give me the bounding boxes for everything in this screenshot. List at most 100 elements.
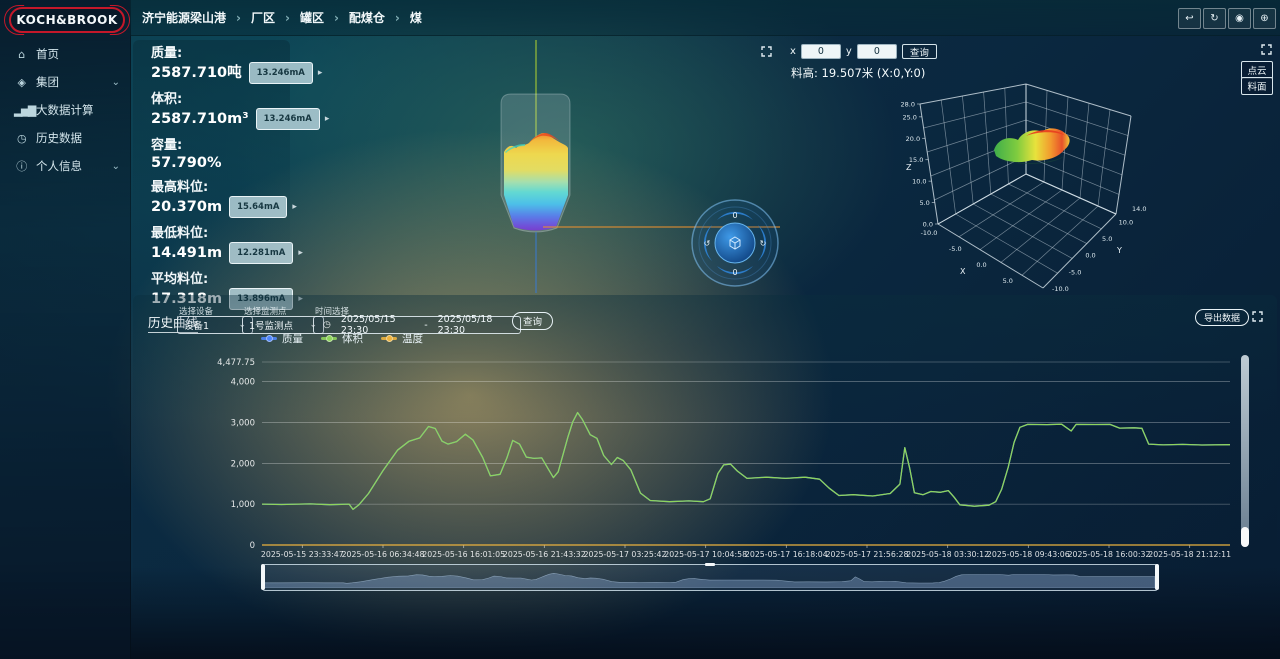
view-navigator[interactable]: 0 0 ↺ ↻ bbox=[692, 200, 778, 286]
refresh-icon[interactable]: ↻ bbox=[1203, 8, 1226, 29]
user-icon[interactable]: ⊕ bbox=[1253, 8, 1276, 29]
sidebar-item-icon: ◷ bbox=[14, 132, 28, 145]
stat-row: 20.370m15.64mA▸ bbox=[151, 196, 290, 218]
svg-text:4,477.75: 4,477.75 bbox=[217, 358, 255, 368]
logo[interactable]: KOCH&BROOK bbox=[9, 7, 125, 33]
datazoom-right-handle[interactable] bbox=[1155, 564, 1159, 590]
x-coord-input[interactable] bbox=[801, 44, 841, 59]
svg-text:3,000: 3,000 bbox=[231, 418, 255, 428]
stat-row: 2587.710m³13.246mA▸ bbox=[151, 108, 290, 130]
breadcrumb-item-2[interactable]: 罐区 bbox=[300, 9, 324, 26]
breadcrumb-item-4[interactable]: 煤 bbox=[410, 9, 422, 26]
record-icon[interactable]: ◉ bbox=[1228, 8, 1251, 29]
legend-label: 温度 bbox=[402, 331, 423, 346]
sidebar-item-4[interactable]: ⓘ 个人信息 ⌄ bbox=[0, 152, 130, 180]
breadcrumb-item-0[interactable]: 济宁能源梁山港 bbox=[142, 9, 226, 26]
legend-label: 质量 bbox=[282, 331, 303, 346]
fullscreen-icon[interactable] bbox=[1252, 311, 1263, 322]
rotate-right-icon[interactable]: ↻ bbox=[760, 239, 767, 248]
topbar: 济宁能源梁山港›厂区›罐区›配煤仓›煤 ↩↻◉⊕ bbox=[130, 0, 1280, 36]
datazoom-slider[interactable] bbox=[262, 564, 1158, 591]
chart-legend: 质量 体积 温度 bbox=[261, 331, 423, 346]
svg-text:10.0: 10.0 bbox=[912, 178, 926, 186]
sidebar-item-icon: ⌂ bbox=[14, 48, 28, 61]
legend-item-1[interactable]: 体积 bbox=[321, 331, 363, 346]
svg-text:2025-05-18 03:30:12: 2025-05-18 03:30:12 bbox=[906, 550, 989, 559]
stat-label: 质量: bbox=[151, 46, 290, 62]
sidebar-item-label: 个人信息 bbox=[36, 158, 82, 174]
legend-label: 体积 bbox=[342, 331, 363, 346]
svg-text:-10.0: -10.0 bbox=[921, 229, 938, 237]
surface-3d-panel: x y 查询 料高: 19.507米 (X:0,Y:0) 点云 料面 2 bbox=[785, 40, 1277, 293]
legend-item-2[interactable]: 温度 bbox=[381, 331, 423, 346]
user-icon: ⊕ bbox=[1260, 13, 1268, 24]
svg-text:2025-05-18 09:43:06: 2025-05-18 09:43:06 bbox=[987, 550, 1070, 559]
fullscreen-icon[interactable] bbox=[1261, 44, 1272, 55]
legend-item-0[interactable]: 质量 bbox=[261, 331, 303, 346]
x-coord-label: x bbox=[790, 46, 796, 57]
sidebar-item-icon: ◈ bbox=[14, 76, 28, 89]
sidebar-item-label: 集团 bbox=[36, 74, 59, 90]
sidebar-item-1[interactable]: ◈集团⌄ bbox=[0, 68, 130, 96]
back-icon[interactable]: ↩ bbox=[1178, 8, 1201, 29]
logo-text: KOCH&BROOK bbox=[16, 13, 117, 27]
export-data-button[interactable]: 导出数据 bbox=[1195, 309, 1249, 326]
svg-text:25.0: 25.0 bbox=[902, 113, 916, 121]
svg-text:10.0: 10.0 bbox=[1119, 218, 1133, 226]
silo-3d-panel[interactable]: 0 0 ↺ ↻ bbox=[293, 40, 780, 293]
legend-marker bbox=[321, 335, 337, 343]
svg-text:5.0: 5.0 bbox=[919, 199, 929, 207]
sidebar: KOCH&BROOK ⌂首页◈集团⌄▂▅▇大数据计算◷历史数据ⓘ个人信息⌄ bbox=[0, 0, 131, 659]
stat-label: 体积: bbox=[151, 92, 290, 108]
breadcrumb-item-1[interactable]: 厂区 bbox=[251, 9, 275, 26]
stats-panel: 质量:2587.710吨13.246mA▸ 体积:2587.710m³13.246… bbox=[133, 40, 290, 292]
history-panel: 历史曲线 选择设备 设备1 ⌄ 选择监测点 1号监测点 ⌄ 时间选择 ◷ 202… bbox=[133, 295, 1277, 600]
stat-value: 20.370m bbox=[151, 198, 222, 216]
vertical-zoom-handle[interactable] bbox=[1241, 527, 1249, 547]
stat-label: 最高料位: bbox=[151, 180, 290, 196]
current-badge: 15.64mA bbox=[229, 196, 287, 218]
time-range-separator: - bbox=[424, 320, 427, 331]
stat-row: 2587.710吨13.246mA▸ bbox=[151, 62, 290, 84]
svg-text:2025-05-17 10:04:58: 2025-05-17 10:04:58 bbox=[664, 550, 747, 559]
sidebar-item-label: 历史数据 bbox=[36, 130, 82, 146]
fullscreen-icon[interactable] bbox=[761, 46, 772, 57]
chevron-down-icon: ⌄ bbox=[112, 161, 120, 172]
surface-query-controls: x y 查询 bbox=[790, 44, 937, 59]
svg-text:4,000: 4,000 bbox=[231, 378, 255, 388]
stat-row: 57.790% bbox=[151, 154, 290, 172]
datazoom-left-handle[interactable] bbox=[261, 564, 265, 590]
nav-angle-bottom: 0 bbox=[732, 268, 737, 277]
svg-text:2025-05-18 21:12:11: 2025-05-18 21:12:11 bbox=[1148, 550, 1231, 559]
svg-text:2025-05-16 21:43:32: 2025-05-16 21:43:32 bbox=[503, 550, 586, 559]
breadcrumb-separator: › bbox=[236, 11, 241, 25]
svg-text:0: 0 bbox=[250, 541, 255, 551]
svg-text:2025-05-17 03:25:42: 2025-05-17 03:25:42 bbox=[584, 550, 667, 559]
svg-text:14.0: 14.0 bbox=[1132, 205, 1146, 213]
surface-3d-plot[interactable]: 28.025.020.015.010.05.00.0-10.0-5.00.05.… bbox=[898, 78, 1278, 293]
sidebar-item-3[interactable]: ◷ 历史数据 bbox=[0, 124, 130, 152]
breadcrumb-separator: › bbox=[285, 11, 290, 25]
refresh-icon: ↻ bbox=[1210, 13, 1218, 24]
svg-text:2025-05-16 16:01:05: 2025-05-16 16:01:05 bbox=[422, 550, 505, 559]
surface-query-button[interactable]: 查询 bbox=[902, 44, 937, 59]
history-query-button[interactable]: 查询 bbox=[512, 312, 553, 330]
svg-text:Y: Y bbox=[1116, 246, 1122, 255]
surface-grid bbox=[920, 84, 1131, 288]
vertical-zoom-slider[interactable] bbox=[1241, 355, 1249, 547]
svg-text:-5.0: -5.0 bbox=[1069, 268, 1082, 276]
svg-text:Z: Z bbox=[906, 163, 912, 172]
silo-3d-view[interactable]: 0 0 ↺ ↻ bbox=[293, 40, 780, 293]
datazoom-center-handle[interactable] bbox=[705, 563, 715, 566]
breadcrumb-item-3[interactable]: 配煤仓 bbox=[349, 9, 385, 26]
rotate-left-icon[interactable]: ↺ bbox=[704, 239, 711, 248]
legend-marker bbox=[381, 335, 397, 343]
breadcrumb-separator: › bbox=[334, 11, 339, 25]
time-end-value: 2025/05/18 23:30 bbox=[438, 314, 511, 336]
sidebar-item-2[interactable]: ▂▅▇大数据计算 bbox=[0, 96, 130, 124]
sidebar-item-icon: ⓘ bbox=[14, 158, 28, 174]
svg-text:-5.0: -5.0 bbox=[949, 245, 962, 253]
y-coord-input[interactable] bbox=[857, 44, 897, 59]
svg-text:2025-05-15 23:33:47: 2025-05-15 23:33:47 bbox=[261, 550, 344, 559]
sidebar-item-0[interactable]: ⌂首页 bbox=[0, 40, 130, 68]
